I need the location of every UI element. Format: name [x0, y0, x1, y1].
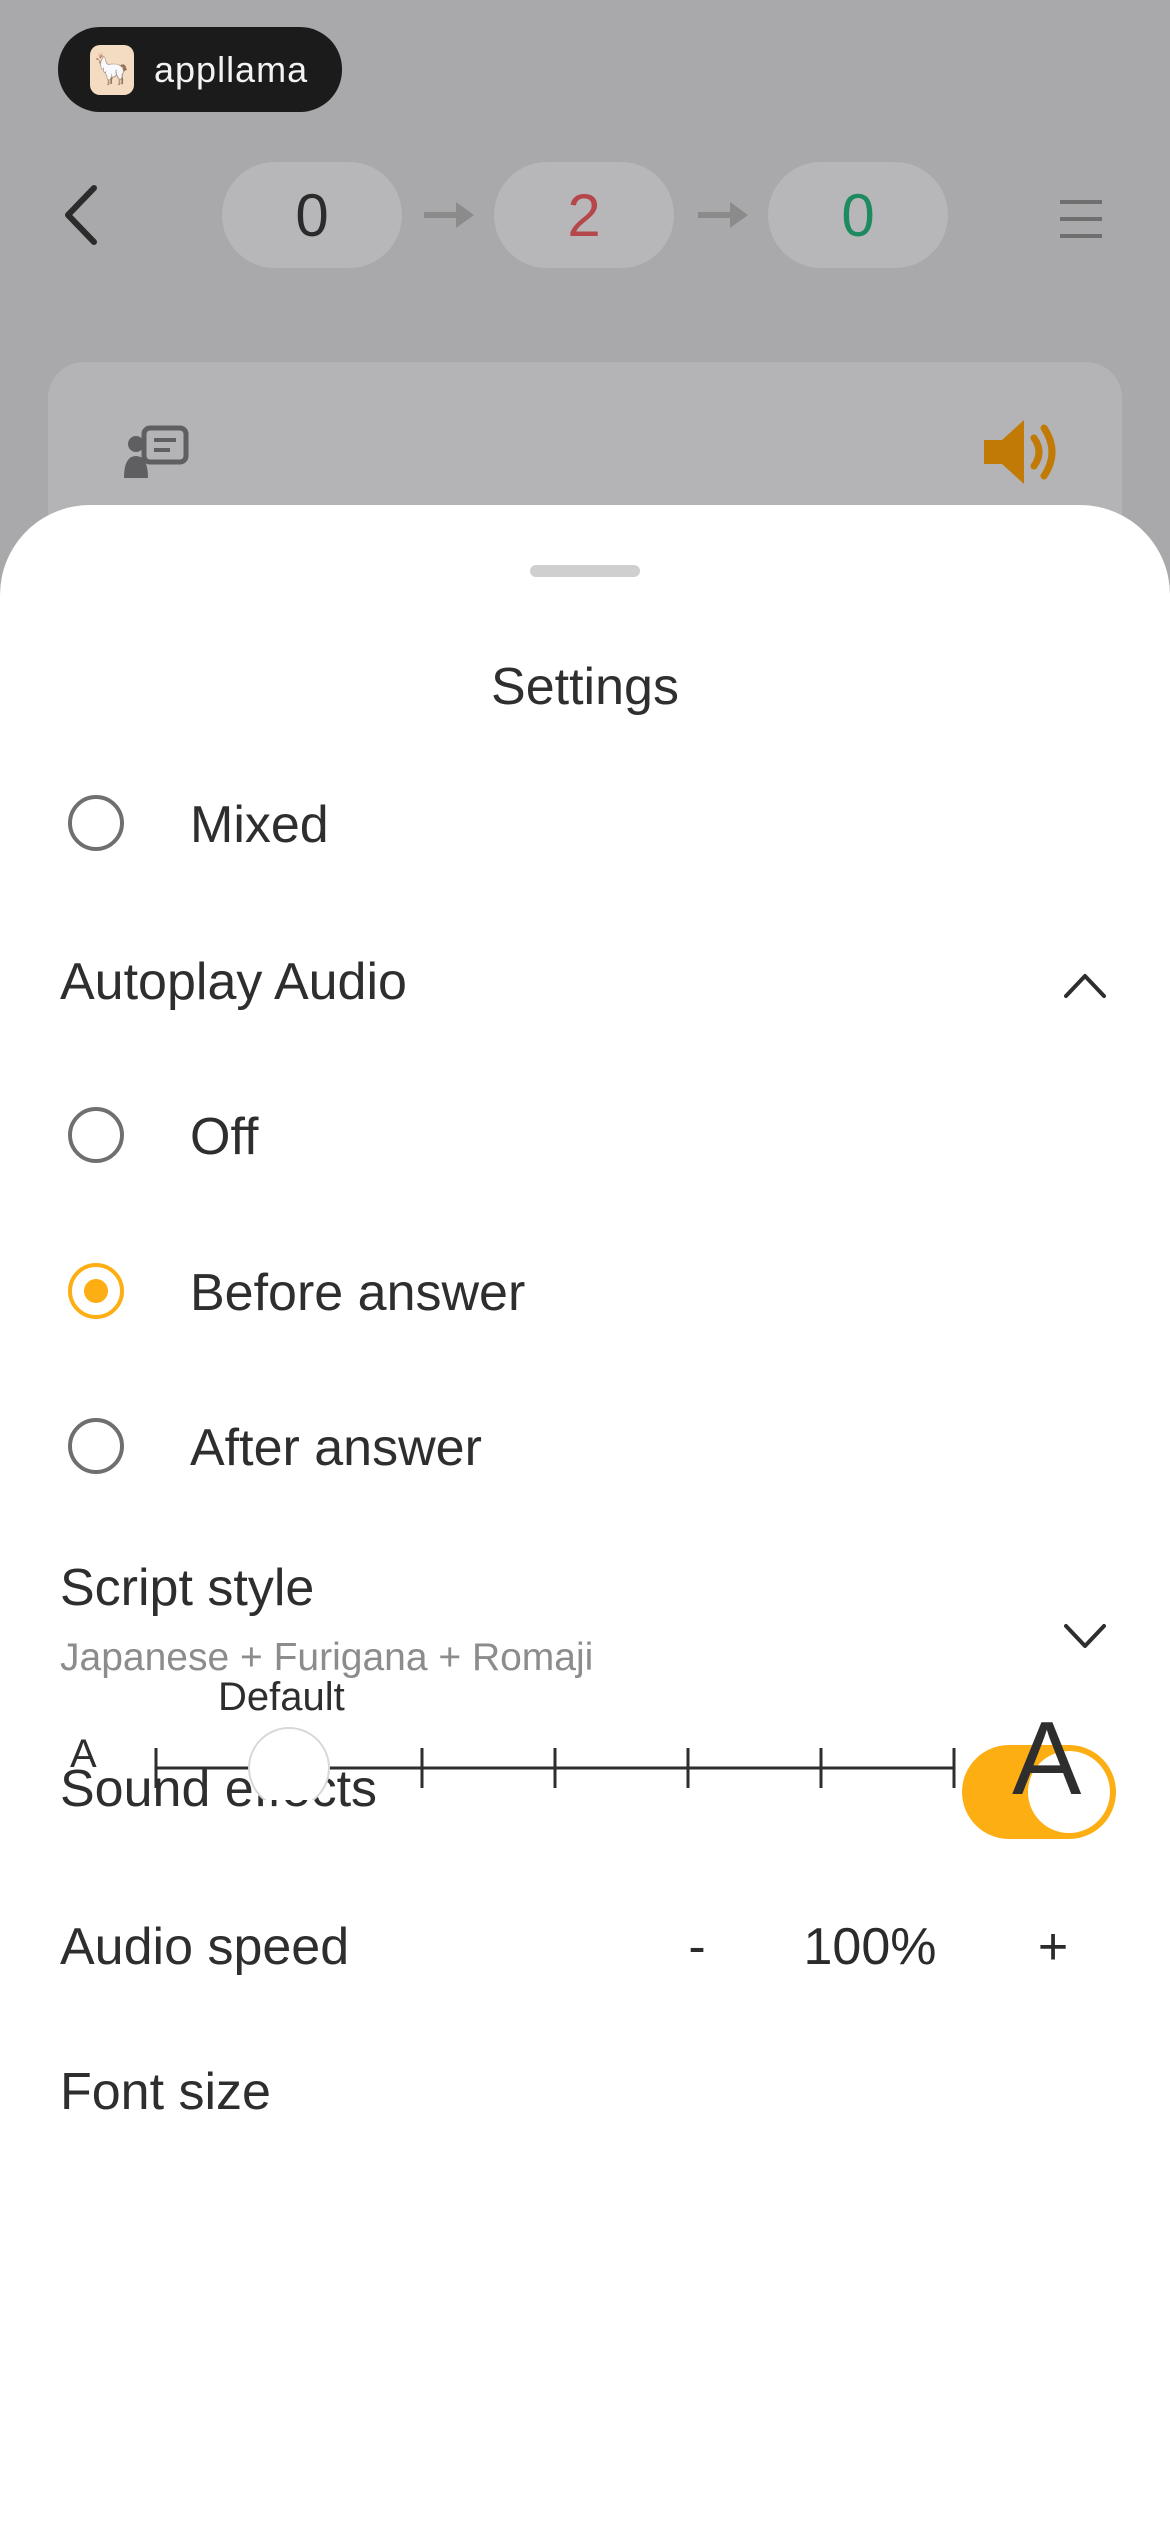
option-mixed[interactable]: Mixed [0, 795, 1170, 855]
font-size-slider[interactable] [140, 1700, 970, 1800]
llama-logo-icon: 🦙 [90, 44, 134, 95]
option-before-answer[interactable]: Before answer [0, 1263, 1170, 1323]
audio-speed-row: Audio speed - 100% + [0, 1917, 1170, 1977]
chevron-up-icon[interactable] [1060, 968, 1110, 1002]
sheet-grabber[interactable] [530, 565, 640, 577]
script-style-row[interactable]: Script style Japanese + Furigana + Romaj… [0, 1558, 1170, 1688]
arrow-right-icon [424, 202, 474, 228]
radio-before-answer[interactable] [68, 1263, 124, 1319]
option-off[interactable]: Off [0, 1107, 1170, 1167]
audio-speed-value: 100% [803, 1918, 937, 1976]
counter-learned-value: 0 [841, 181, 875, 249]
font-size-row: Font size [0, 2062, 1170, 2122]
back-chevron-icon[interactable] [56, 180, 106, 250]
radio-after-answer[interactable] [68, 1418, 124, 1474]
font-size-small-icon: A [70, 1732, 97, 1776]
autoplay-audio-header[interactable]: Autoplay Audio [0, 952, 1170, 1012]
option-before-answer-label: Before answer [190, 1264, 526, 1322]
counter-new: 0 [222, 162, 402, 268]
radio-mixed[interactable] [68, 795, 124, 851]
counter-learning-value: 2 [567, 181, 601, 249]
arrow-right-icon [698, 202, 748, 228]
script-style-label: Script style [60, 1559, 315, 1617]
audio-speed-increase-button[interactable]: + [1028, 1917, 1078, 1977]
logo-text: appllama [154, 48, 309, 90]
presenter-icon[interactable] [120, 422, 190, 482]
counter-learned: 0 [768, 162, 948, 268]
option-mixed-label: Mixed [190, 796, 329, 854]
script-style-value: Japanese + Furigana + Romaji [60, 1636, 594, 1679]
font-size-large-icon: A [1012, 1701, 1082, 1817]
slider-thumb[interactable] [248, 1727, 330, 1800]
audio-speed-decrease-button[interactable]: - [672, 1917, 722, 1977]
option-off-label: Off [190, 1108, 259, 1166]
font-size-label: Font size [60, 2063, 271, 2121]
menu-icon[interactable] [1056, 196, 1106, 242]
sheet-title: Settings [491, 658, 679, 716]
audio-speed-label: Audio speed [60, 1918, 350, 1976]
counter-learning: 2 [494, 162, 674, 268]
option-after-answer[interactable]: After answer [0, 1418, 1170, 1478]
radio-off[interactable] [68, 1107, 124, 1163]
counter-new-value: 0 [295, 181, 329, 249]
speaker-icon[interactable] [978, 412, 1068, 492]
chevron-down-icon[interactable] [1060, 1620, 1110, 1654]
option-after-answer-label: After answer [190, 1419, 482, 1477]
autoplay-audio-label: Autoplay Audio [60, 953, 407, 1011]
app-logo: 🦙 appllama [58, 27, 342, 112]
